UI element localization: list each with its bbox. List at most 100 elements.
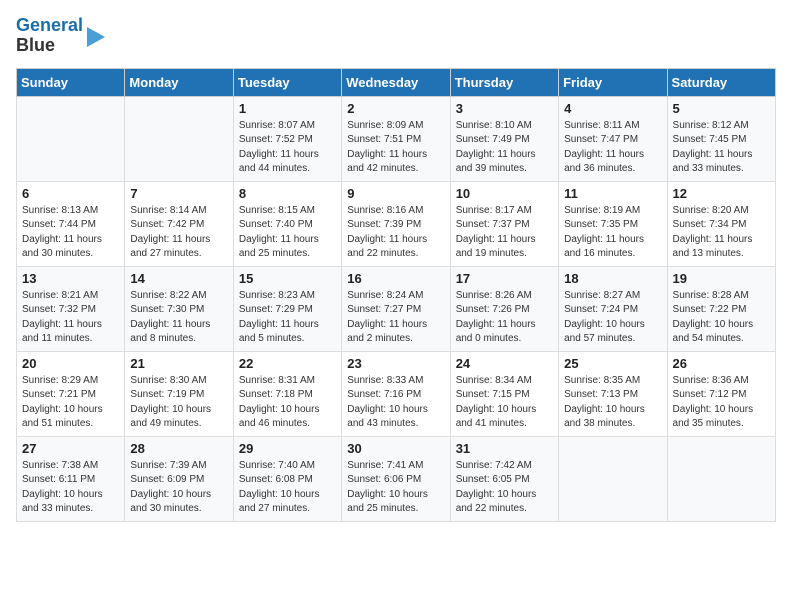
calendar-day-cell: 13 Sunrise: 8:21 AM Sunset: 7:32 PM Dayli…: [17, 266, 125, 351]
day-number: 14: [130, 271, 227, 286]
header-row: SundayMondayTuesdayWednesdayThursdayFrid…: [17, 68, 776, 96]
calendar-day-cell: 26 Sunrise: 8:36 AM Sunset: 7:12 PM Dayli…: [667, 351, 775, 436]
calendar-day-cell: [17, 96, 125, 181]
day-info: Sunrise: 8:29 AM Sunset: 7:21 PM Dayligh…: [22, 374, 119, 432]
header-day: Saturday: [667, 68, 775, 96]
calendar-day-cell: 31 Sunrise: 7:42 AM Sunset: 6:05 PM Dayli…: [450, 436, 558, 521]
day-info: Sunrise: 8:22 AM Sunset: 7:30 PM Dayligh…: [130, 289, 227, 347]
calendar-day-cell: 7Sunrise: 8:14 AM Sunset: 7:42 PM Daylig…: [125, 181, 233, 266]
logo: GeneralBlue: [16, 16, 105, 56]
calendar-day-cell: 25Sunrise: 8:35 AM Sunset: 7:13 PM Dayli…: [559, 351, 667, 436]
day-info: Sunrise: 8:34 AM Sunset: 7:15 PM Dayligh…: [456, 374, 553, 432]
day-number: 21: [130, 356, 227, 371]
calendar-day-cell: [667, 436, 775, 521]
day-info: Sunrise: 8:26 AM Sunset: 7:26 PM Dayligh…: [456, 289, 553, 347]
calendar-day-cell: 22 Sunrise: 8:31 AM Sunset: 7:18 PM Dayli…: [233, 351, 341, 436]
day-info: Sunrise: 8:21 AM Sunset: 7:32 PM Dayligh…: [22, 289, 119, 347]
day-info: Sunrise: 8:28 AM Sunset: 7:22 PM Dayligh…: [673, 289, 770, 347]
header-day: Friday: [559, 68, 667, 96]
day-info: Sunrise: 8:30 AM Sunset: 7:19 PM Dayligh…: [130, 374, 227, 432]
calendar-day-cell: 2Sunrise: 8:09 AM Sunset: 7:51 PM Daylig…: [342, 96, 450, 181]
calendar-day-cell: 19 Sunrise: 8:28 AM Sunset: 7:22 PM Dayli…: [667, 266, 775, 351]
day-info: Sunrise: 8:10 AM Sunset: 7:49 PM Dayligh…: [456, 119, 553, 177]
day-info: Sunrise: 8:23 AM Sunset: 7:29 PM Dayligh…: [239, 289, 336, 347]
day-info: Sunrise: 8:17 AM Sunset: 7:37 PM Dayligh…: [456, 204, 553, 262]
day-info: Sunrise: 8:24 AM Sunset: 7:27 PM Dayligh…: [347, 289, 444, 347]
day-number: 20: [22, 356, 119, 371]
day-info: Sunrise: 7:42 AM Sunset: 6:05 PM Dayligh…: [456, 459, 553, 517]
calendar-header: SundayMondayTuesdayWednesdayThursdayFrid…: [17, 68, 776, 96]
day-info: Sunrise: 8:07 AM Sunset: 7:52 PM Dayligh…: [239, 119, 336, 177]
calendar-day-cell: 6Sunrise: 8:13 AM Sunset: 7:44 PM Daylig…: [17, 181, 125, 266]
header-day: Monday: [125, 68, 233, 96]
day-number: 30: [347, 441, 444, 456]
calendar-day-cell: 17 Sunrise: 8:26 AM Sunset: 7:26 PM Dayli…: [450, 266, 558, 351]
calendar-day-cell: 9 Sunrise: 8:16 AM Sunset: 7:39 PM Daylig…: [342, 181, 450, 266]
calendar-day-cell: 28 Sunrise: 7:39 AM Sunset: 6:09 PM Dayli…: [125, 436, 233, 521]
day-number: 22: [239, 356, 336, 371]
day-number: 19: [673, 271, 770, 286]
calendar-day-cell: 5Sunrise: 8:12 AM Sunset: 7:45 PM Daylig…: [667, 96, 775, 181]
calendar-day-cell: 4Sunrise: 8:11 AM Sunset: 7:47 PM Daylig…: [559, 96, 667, 181]
calendar-week-row: 1 Sunrise: 8:07 AM Sunset: 7:52 PM Daylig…: [17, 96, 776, 181]
day-info: Sunrise: 7:40 AM Sunset: 6:08 PM Dayligh…: [239, 459, 336, 517]
page-header: GeneralBlue: [16, 16, 776, 56]
logo-arrow-icon: [87, 27, 105, 47]
day-number: 10: [456, 186, 553, 201]
calendar-day-cell: 29 Sunrise: 7:40 AM Sunset: 6:08 PM Dayli…: [233, 436, 341, 521]
day-info: Sunrise: 8:16 AM Sunset: 7:39 PM Dayligh…: [347, 204, 444, 262]
calendar-day-cell: 21 Sunrise: 8:30 AM Sunset: 7:19 PM Dayli…: [125, 351, 233, 436]
day-number: 3: [456, 101, 553, 116]
day-number: 11: [564, 186, 661, 201]
day-number: 29: [239, 441, 336, 456]
day-number: 1: [239, 101, 336, 116]
calendar-body: 1 Sunrise: 8:07 AM Sunset: 7:52 PM Daylig…: [17, 96, 776, 521]
day-number: 26: [673, 356, 770, 371]
header-day: Sunday: [17, 68, 125, 96]
calendar-week-row: 6Sunrise: 8:13 AM Sunset: 7:44 PM Daylig…: [17, 181, 776, 266]
calendar-table: SundayMondayTuesdayWednesdayThursdayFrid…: [16, 68, 776, 522]
day-number: 9: [347, 186, 444, 201]
calendar-day-cell: 11 Sunrise: 8:19 AM Sunset: 7:35 PM Dayli…: [559, 181, 667, 266]
day-info: Sunrise: 7:38 AM Sunset: 6:11 PM Dayligh…: [22, 459, 119, 517]
day-number: 24: [456, 356, 553, 371]
day-number: 31: [456, 441, 553, 456]
day-info: Sunrise: 8:19 AM Sunset: 7:35 PM Dayligh…: [564, 204, 661, 262]
day-info: Sunrise: 8:35 AM Sunset: 7:13 PM Dayligh…: [564, 374, 661, 432]
calendar-day-cell: 24 Sunrise: 8:34 AM Sunset: 7:15 PM Dayli…: [450, 351, 558, 436]
calendar-day-cell: 18Sunrise: 8:27 AM Sunset: 7:24 PM Dayli…: [559, 266, 667, 351]
day-info: Sunrise: 7:41 AM Sunset: 6:06 PM Dayligh…: [347, 459, 444, 517]
day-number: 27: [22, 441, 119, 456]
calendar-week-row: 13 Sunrise: 8:21 AM Sunset: 7:32 PM Dayli…: [17, 266, 776, 351]
day-info: Sunrise: 8:20 AM Sunset: 7:34 PM Dayligh…: [673, 204, 770, 262]
day-info: Sunrise: 8:33 AM Sunset: 7:16 PM Dayligh…: [347, 374, 444, 432]
day-info: Sunrise: 8:09 AM Sunset: 7:51 PM Dayligh…: [347, 119, 444, 177]
day-number: 4: [564, 101, 661, 116]
day-number: 17: [456, 271, 553, 286]
header-day: Tuesday: [233, 68, 341, 96]
header-day: Thursday: [450, 68, 558, 96]
calendar-day-cell: 20 Sunrise: 8:29 AM Sunset: 7:21 PM Dayli…: [17, 351, 125, 436]
calendar-day-cell: 10 Sunrise: 8:17 AM Sunset: 7:37 PM Dayli…: [450, 181, 558, 266]
day-info: Sunrise: 8:31 AM Sunset: 7:18 PM Dayligh…: [239, 374, 336, 432]
day-number: 6: [22, 186, 119, 201]
day-number: 28: [130, 441, 227, 456]
calendar-day-cell: 30 Sunrise: 7:41 AM Sunset: 6:06 PM Dayli…: [342, 436, 450, 521]
calendar-day-cell: 23Sunrise: 8:33 AM Sunset: 7:16 PM Dayli…: [342, 351, 450, 436]
calendar-day-cell: 27 Sunrise: 7:38 AM Sunset: 6:11 PM Dayli…: [17, 436, 125, 521]
calendar-day-cell: 12Sunrise: 8:20 AM Sunset: 7:34 PM Dayli…: [667, 181, 775, 266]
day-info: Sunrise: 8:36 AM Sunset: 7:12 PM Dayligh…: [673, 374, 770, 432]
day-number: 16: [347, 271, 444, 286]
calendar-day-cell: 1 Sunrise: 8:07 AM Sunset: 7:52 PM Daylig…: [233, 96, 341, 181]
day-info: Sunrise: 7:39 AM Sunset: 6:09 PM Dayligh…: [130, 459, 227, 517]
calendar-day-cell: 14 Sunrise: 8:22 AM Sunset: 7:30 PM Dayli…: [125, 266, 233, 351]
calendar-day-cell: [559, 436, 667, 521]
day-number: 7: [130, 186, 227, 201]
calendar-day-cell: 3 Sunrise: 8:10 AM Sunset: 7:49 PM Daylig…: [450, 96, 558, 181]
calendar-week-row: 20 Sunrise: 8:29 AM Sunset: 7:21 PM Dayli…: [17, 351, 776, 436]
calendar-day-cell: [125, 96, 233, 181]
day-number: 13: [22, 271, 119, 286]
day-number: 18: [564, 271, 661, 286]
calendar-day-cell: 8Sunrise: 8:15 AM Sunset: 7:40 PM Daylig…: [233, 181, 341, 266]
calendar-day-cell: 15Sunrise: 8:23 AM Sunset: 7:29 PM Dayli…: [233, 266, 341, 351]
